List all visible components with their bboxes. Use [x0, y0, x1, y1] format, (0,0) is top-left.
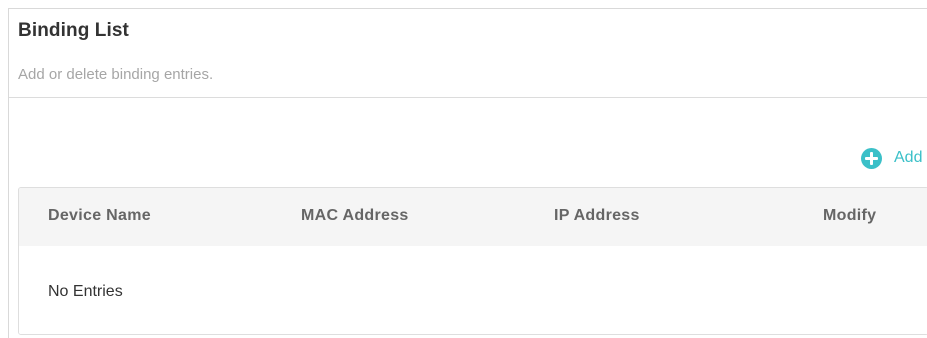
- empty-state-text: No Entries: [48, 283, 123, 300]
- section-divider: [9, 97, 927, 98]
- add-button[interactable]: Add: [861, 147, 922, 169]
- column-header-mac-address: MAC Address: [301, 207, 409, 224]
- section-title: Binding List: [18, 20, 129, 41]
- column-header-modify: Modify: [823, 207, 877, 224]
- add-button-label: Add: [894, 149, 923, 166]
- binding-table: Device Name MAC Address IP Address Modif…: [18, 187, 927, 335]
- column-header-ip-address: IP Address: [554, 207, 640, 224]
- plus-circle-icon: [861, 147, 882, 169]
- table-header: Device Name MAC Address IP Address Modif…: [19, 188, 927, 246]
- section-description: Add or delete binding entries.: [18, 66, 214, 83]
- table-empty-row: No Entries: [19, 246, 927, 334]
- column-header-device-name: Device Name: [48, 207, 151, 224]
- binding-list-panel: Binding List Add or delete binding entri…: [8, 8, 927, 338]
